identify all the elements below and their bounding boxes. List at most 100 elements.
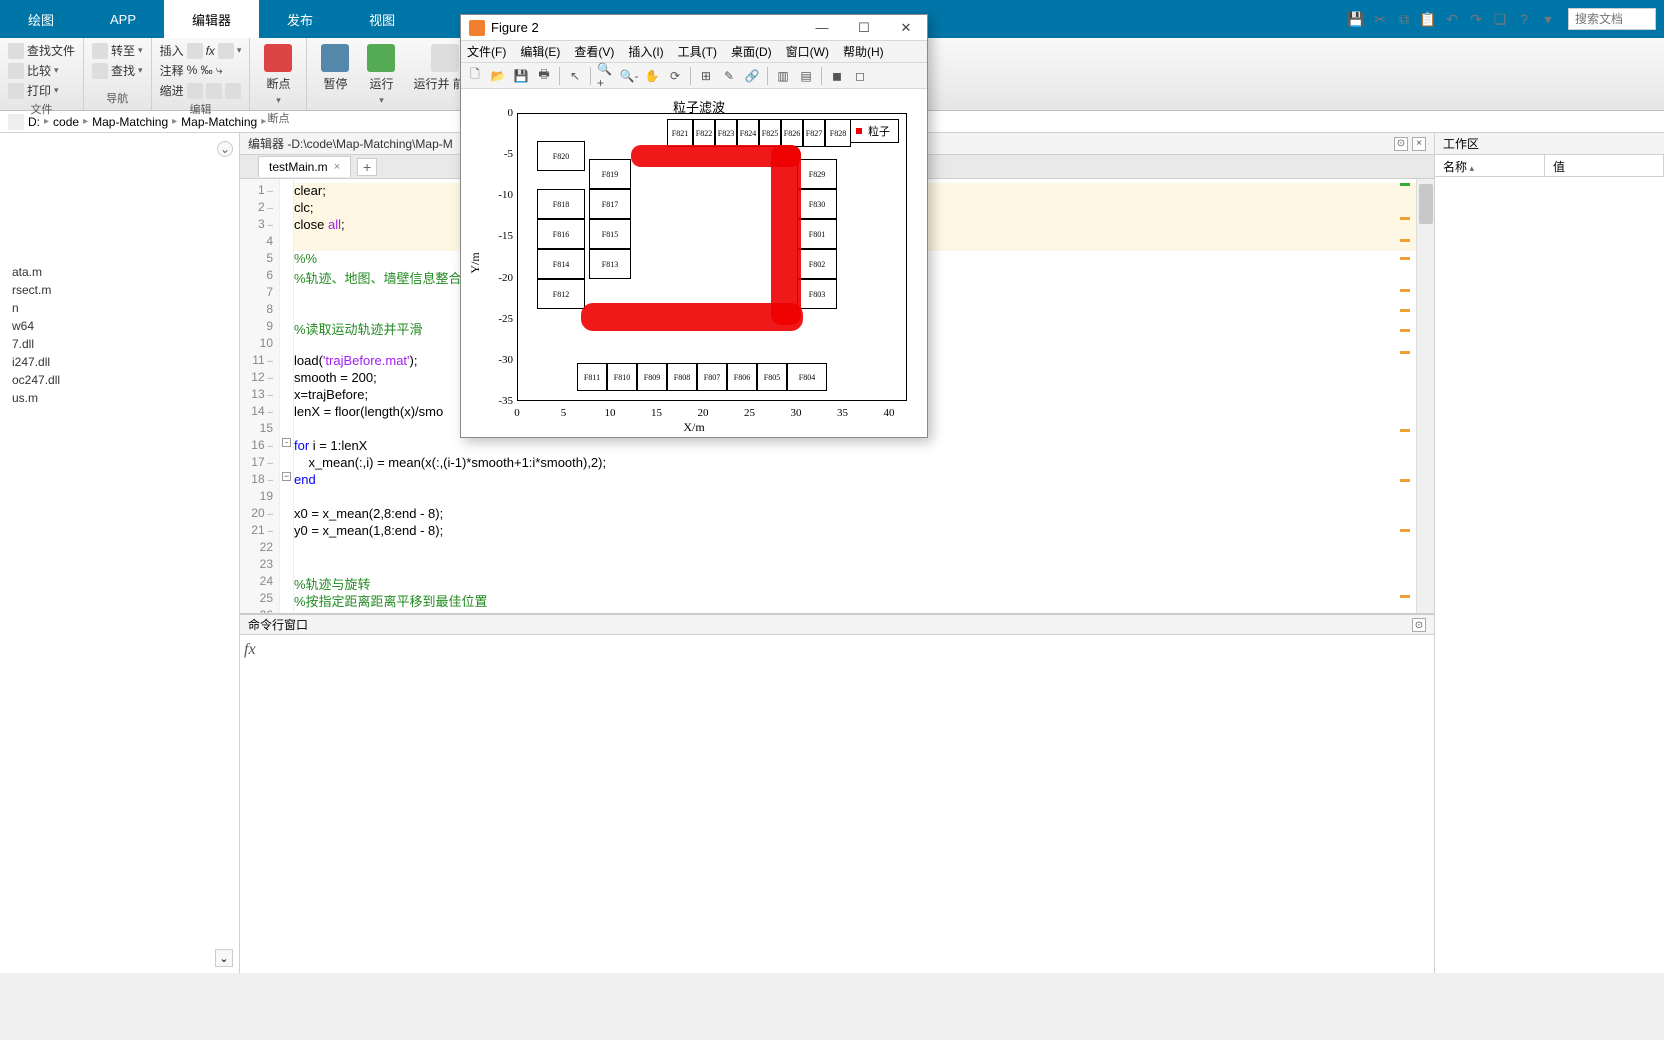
ribbon-tab-app[interactable]: APP [82, 0, 164, 38]
comment-button[interactable]: 注释 % ‰ ⤷ [160, 62, 242, 79]
figure-menu-item[interactable]: 窗口(W) [786, 43, 829, 60]
figure-titlebar[interactable]: Figure 2 — ☐ ✕ [461, 15, 927, 41]
goto-button[interactable]: 转至▾ [92, 42, 143, 59]
datatip-icon[interactable]: ⊞ [696, 66, 716, 86]
undo-icon[interactable]: ↶ [1442, 9, 1462, 29]
folder-nav-icon[interactable] [8, 114, 24, 130]
run-button[interactable]: 运行▾ [361, 42, 401, 108]
save-icon[interactable]: 💾 [1346, 9, 1366, 29]
breakpoint-button[interactable]: 断点▾ [258, 42, 298, 108]
redo-icon[interactable]: ↷ [1466, 9, 1486, 29]
find-files-button[interactable]: 查找文件 [8, 42, 75, 59]
fold-toggle[interactable]: − [282, 472, 291, 481]
code-line[interactable] [294, 557, 1416, 574]
indent-auto-icon[interactable] [225, 83, 241, 99]
file-item[interactable]: us.m [0, 389, 239, 407]
help-dropdown-icon[interactable]: ▾ [1538, 9, 1558, 29]
cut-icon[interactable]: ✂ [1370, 9, 1390, 29]
code-line[interactable]: %轨迹与旋转 [294, 574, 1416, 591]
file-item[interactable]: i247.dll [0, 353, 239, 371]
insert-legend-icon[interactable]: ▤ [796, 66, 816, 86]
print-figure-icon[interactable]: 🖶 [534, 66, 554, 86]
scroll-thumb[interactable] [1419, 184, 1433, 224]
help-icon[interactable]: ? [1514, 9, 1534, 29]
details-expand-icon[interactable]: ⌄ [215, 949, 233, 967]
figure-menu-item[interactable]: 查看(V) [574, 43, 614, 60]
switch-windows-icon[interactable]: ❏ [1490, 9, 1510, 29]
fold-toggle[interactable]: - [282, 438, 291, 447]
open-figure-icon[interactable]: 📂 [488, 66, 508, 86]
compare-button[interactable]: 比较▾ [8, 62, 75, 79]
code-line[interactable] [294, 489, 1416, 506]
insert-section-icon[interactable] [187, 43, 203, 59]
code-line[interactable]: for i = 1:lenX [294, 438, 1416, 455]
bc-folder-3[interactable]: Map-Matching [181, 115, 257, 129]
figure-menu-item[interactable]: 桌面(D) [731, 43, 772, 60]
copy-icon[interactable]: ⧉ [1394, 9, 1414, 29]
search-docs-input[interactable] [1568, 8, 1656, 30]
figure-menu-item[interactable]: 文件(F) [467, 43, 506, 60]
dock-icon[interactable]: ◼ [827, 66, 847, 86]
code-line[interactable] [294, 540, 1416, 557]
ribbon-tab-editor[interactable]: 编辑器 [164, 0, 259, 38]
insert-colorbar-icon[interactable]: ▥ [773, 66, 793, 86]
code-line[interactable]: y0 = x_mean(1,8:end - 8); [294, 523, 1416, 540]
rotate3d-icon[interactable]: ⟳ [665, 66, 685, 86]
zoom-in-icon[interactable]: 🔍+ [596, 66, 616, 86]
code-line[interactable]: x0 = x_mean(2,8:end - 8); [294, 506, 1416, 523]
pause-button[interactable]: 暂停 [315, 42, 355, 94]
figure-menu-item[interactable]: 编辑(E) [520, 43, 560, 60]
file-item[interactable]: rsect.m [0, 281, 239, 299]
link-icon[interactable]: 🔗 [742, 66, 762, 86]
ribbon-tab-plot[interactable]: 绘图 [0, 0, 82, 38]
brush-icon[interactable]: ✎ [719, 66, 739, 86]
close-tab-icon[interactable]: × [334, 161, 340, 173]
indent-left-icon[interactable] [187, 83, 203, 99]
pointer-tool-icon[interactable]: ↖ [565, 66, 585, 86]
find-button[interactable]: 查找▾ [92, 62, 143, 79]
ribbon-tab-view[interactable]: 视图 [341, 0, 423, 38]
insert-misc-icon[interactable] [218, 43, 234, 59]
zoom-out-icon[interactable]: 🔍- [619, 66, 639, 86]
code-line[interactable]: x_mean(:,i) = mean(x(:,(i-1)*smooth+1:i*… [294, 455, 1416, 472]
pan-icon[interactable]: ✋ [642, 66, 662, 86]
new-figure-icon[interactable]: 🗋 [465, 66, 485, 86]
fx-prompt-icon[interactable]: fx [240, 635, 262, 973]
minimize-panel-icon[interactable]: ⊙ [1394, 137, 1408, 151]
cmd-menu-icon[interactable]: ⊙ [1412, 618, 1426, 632]
insert-button[interactable]: 插入 fx ▾ [160, 42, 242, 59]
panel-menu-icon[interactable]: ⌄ [217, 141, 233, 157]
bc-folder-1[interactable]: code [53, 115, 79, 129]
ws-col-name[interactable]: 名称 [1435, 155, 1545, 176]
figure-window[interactable]: Figure 2 — ☐ ✕ 文件(F) 编辑(E) 查看(V) 插入(I) 工具(T)… [460, 14, 928, 438]
bc-folder-2[interactable]: Map-Matching [92, 115, 168, 129]
legend[interactable]: 粒子 [847, 119, 899, 143]
paste-icon[interactable]: 📋 [1418, 9, 1438, 29]
file-item[interactable]: 7.dll [0, 335, 239, 353]
close-window-icon[interactable]: ✕ [893, 19, 919, 37]
code-line[interactable]: %按指定距离距离平移到最佳位置 [294, 591, 1416, 608]
add-tab-button[interactable]: + [357, 158, 377, 176]
editor-scrollbar[interactable] [1416, 179, 1434, 613]
figure-menu-item[interactable]: 插入(I) [628, 43, 663, 60]
command-input[interactable] [262, 635, 1434, 973]
figure-menu-item[interactable]: 帮助(H) [843, 43, 884, 60]
file-item[interactable]: w64 [0, 317, 239, 335]
file-item[interactable]: n [0, 299, 239, 317]
editor-tab[interactable]: testMain.m × [258, 156, 351, 177]
indent-button[interactable]: 缩进 [160, 82, 242, 99]
print-button[interactable]: 打印▾ [8, 82, 75, 99]
file-item[interactable]: ata.m [0, 263, 239, 281]
ws-col-value[interactable]: 值 [1545, 155, 1664, 176]
figure-menu-item[interactable]: 工具(T) [678, 43, 717, 60]
close-panel-icon[interactable]: × [1412, 137, 1426, 151]
maximize-window-icon[interactable]: ☐ [851, 19, 877, 37]
code-line[interactable]: end [294, 472, 1416, 489]
indent-right-icon[interactable] [206, 83, 222, 99]
bc-drive[interactable]: D: [28, 115, 40, 129]
file-item[interactable]: oc247.dll [0, 371, 239, 389]
ribbon-tab-publish[interactable]: 发布 [259, 0, 341, 38]
undock-icon[interactable]: ◻ [850, 66, 870, 86]
save-figure-icon[interactable]: 💾 [511, 66, 531, 86]
minimize-window-icon[interactable]: — [809, 19, 835, 37]
